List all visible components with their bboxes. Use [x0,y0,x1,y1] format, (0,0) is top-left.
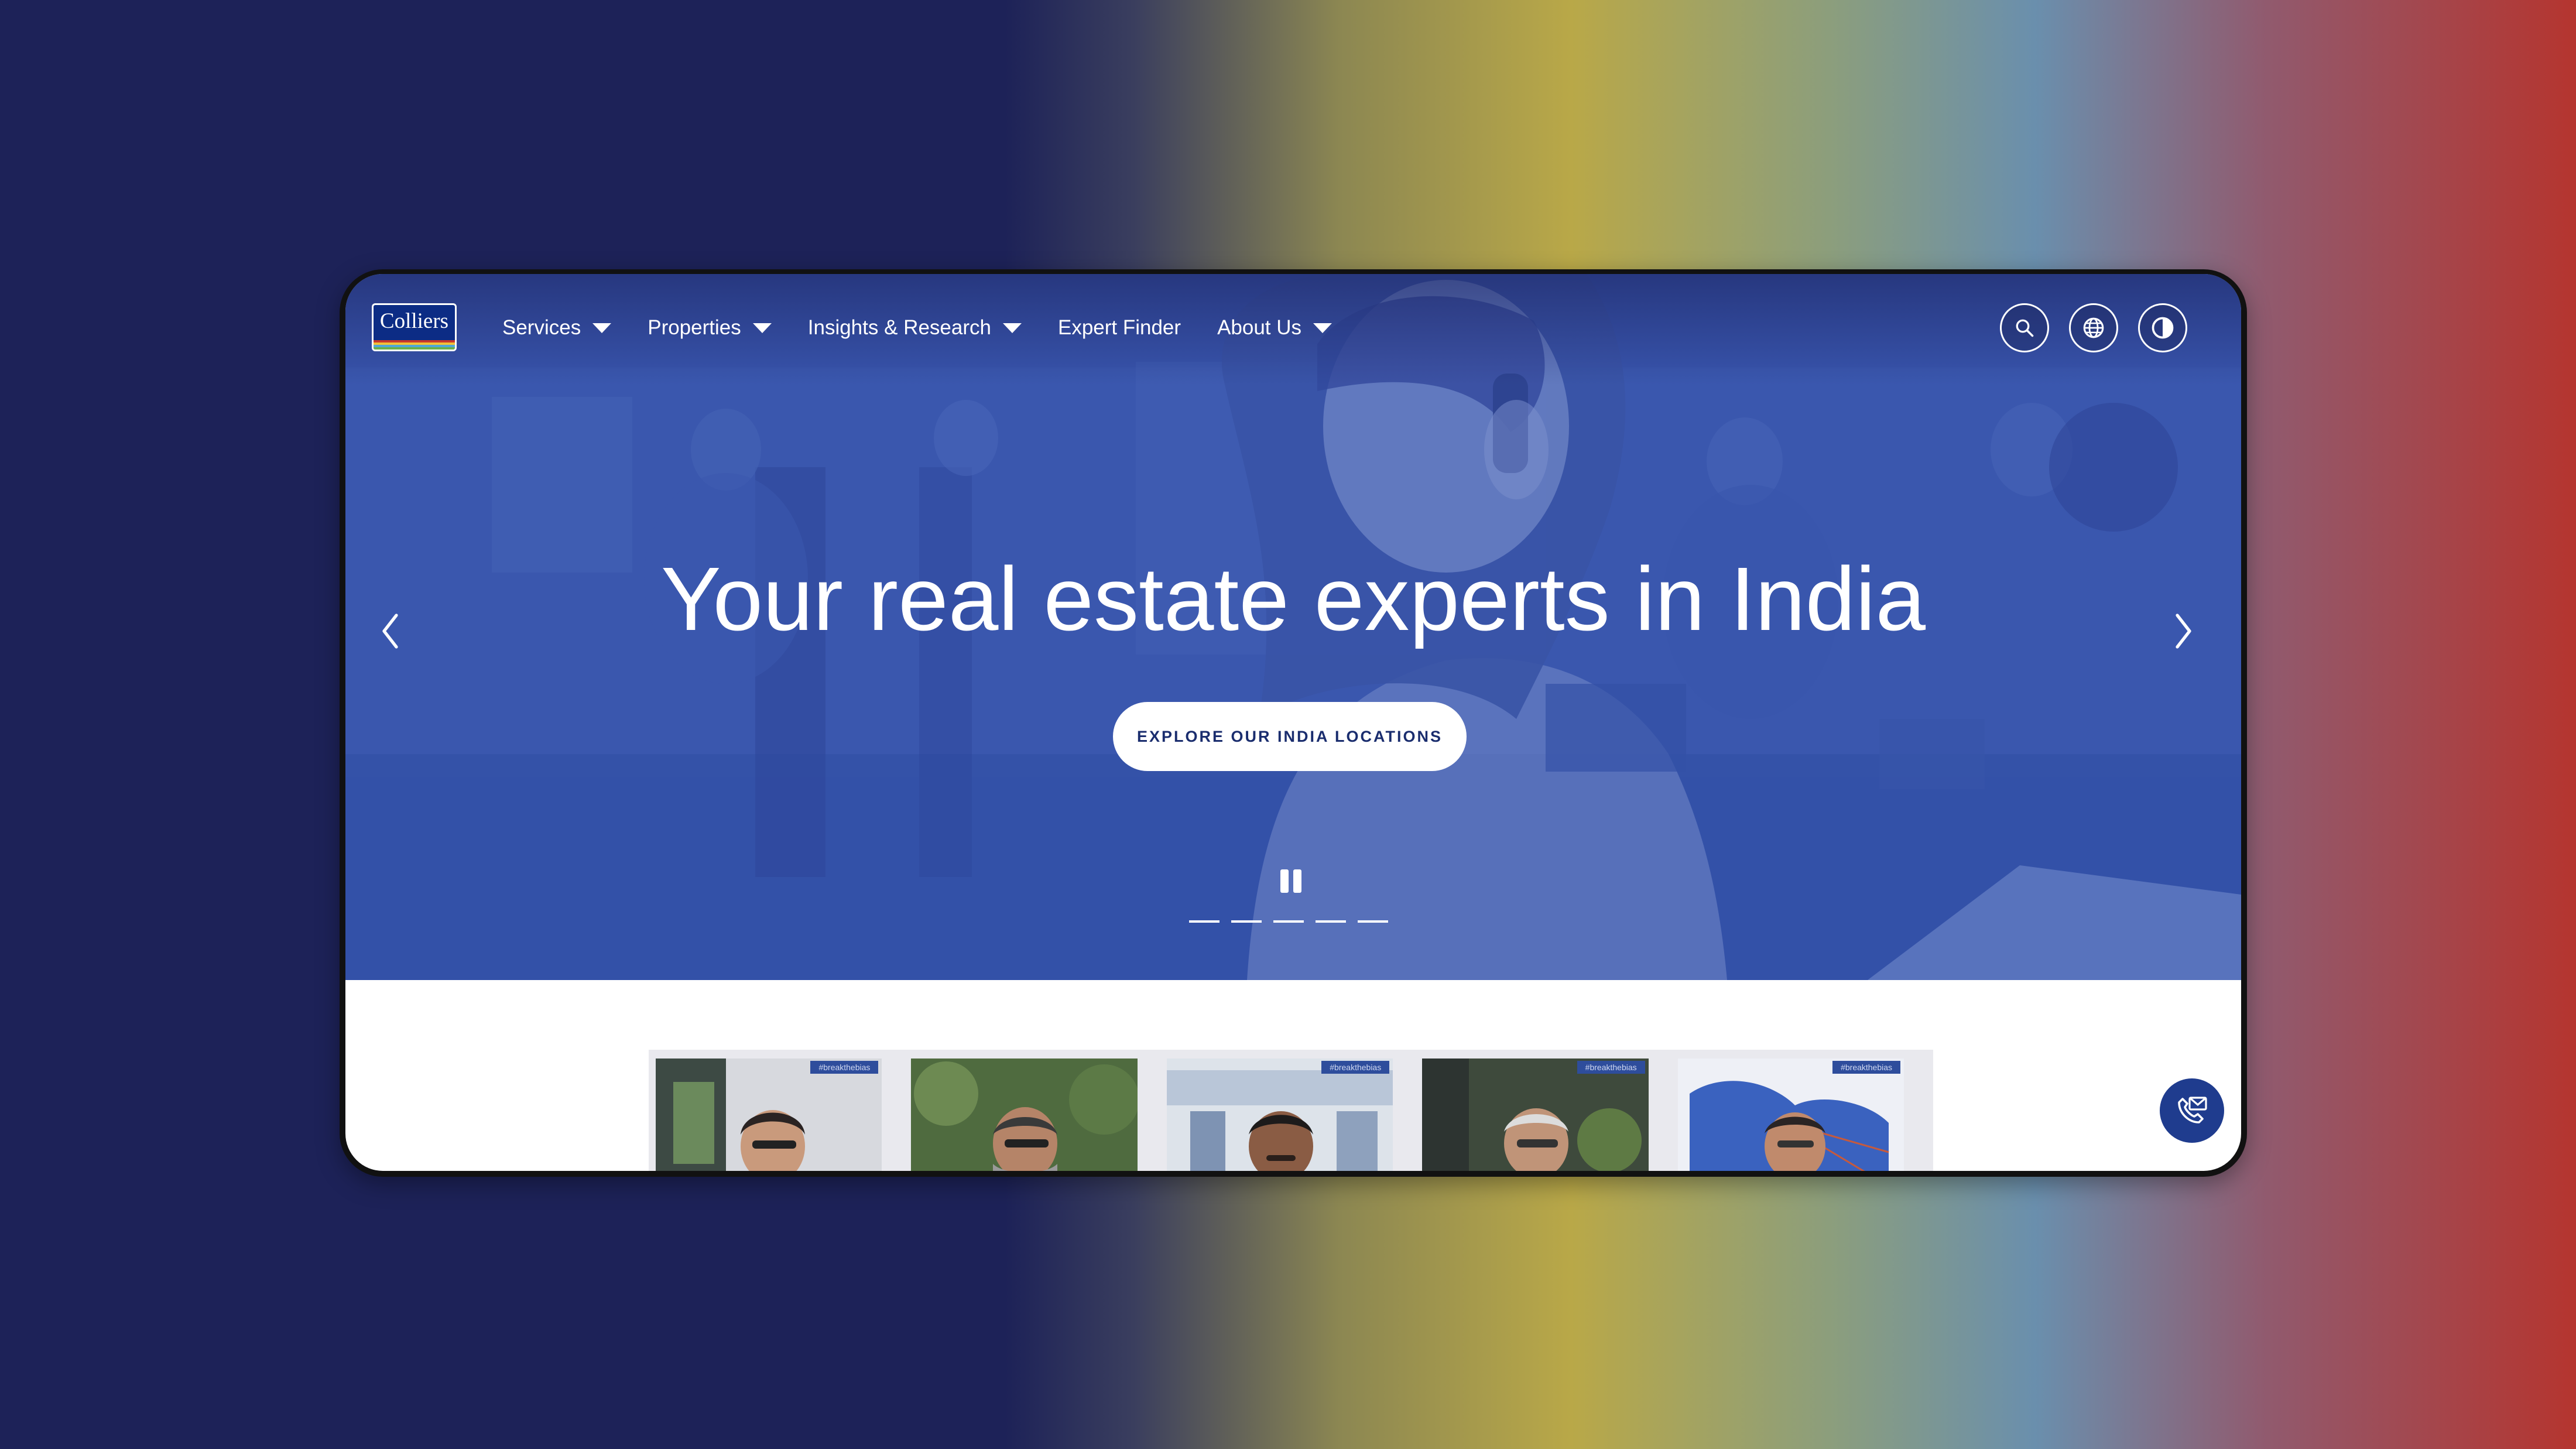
hero-headline: Your real estate experts in India [660,549,1926,649]
contrast-button[interactable] [2138,303,2187,352]
video-thumbnail[interactable]: #breakthebias [656,1059,882,1171]
logo-stripe-green [374,347,455,350]
device-frame: Colliers Services Properties Insights & … [340,269,2247,1177]
video-thumbnail[interactable] [911,1059,1138,1171]
person-photo [1166,1059,1393,1171]
nav-item-insights-research[interactable]: Insights & Research [808,316,1022,340]
person-photo [1677,1059,1904,1171]
carousel-dot-4[interactable] [1316,920,1346,923]
nav-item-label: About Us [1217,316,1302,339]
hero-carousel: Colliers Services Properties Insights & … [345,274,2241,980]
nav-tools [1980,303,2187,352]
nav-item-label: Insights & Research [807,316,991,339]
globe-icon [2083,317,2104,338]
person-photo [656,1059,882,1171]
carousel-dot-5[interactable] [1358,920,1388,923]
thumbnail-tag: #breakthebias [810,1061,879,1074]
main-menu: Services Properties Insights & Research … [502,310,1368,345]
video-thumbnail[interactable]: #breakthebias [1677,1059,1904,1171]
pause-icon-bar [1293,869,1301,893]
explore-india-locations-button[interactable]: EXPLORE OUR INDIA LOCATIONS [1113,702,1467,771]
contrast-icon [2152,317,2174,339]
logo-stripes [374,340,455,350]
person-photo [911,1059,1138,1171]
person-photo [1422,1059,1649,1171]
colliers-logo[interactable]: Colliers [372,303,457,351]
nav-item-services[interactable]: Services [502,316,612,340]
pause-icon [1280,869,1289,893]
nav-item-label: Services [502,316,581,339]
contact-button[interactable] [2158,1077,2226,1145]
thumbnail-tag: #breakthebias [1832,1061,1901,1074]
top-navigation: Colliers Services Properties Insights & … [345,274,2241,385]
video-thumbnail[interactable]: #breakthebias [1166,1059,1393,1171]
nav-item-properties[interactable]: Properties [648,316,772,340]
caret-down-icon [1002,323,1022,333]
breakthebias-strip: #breakthebias #breakthebias #breakthebia… [649,1050,1933,1171]
caret-down-icon [752,323,772,333]
pause-button[interactable] [1280,869,1301,893]
nav-item-expert-finder[interactable]: Expert Finder [1058,316,1181,340]
carousel-indicators [1189,920,1400,923]
caret-down-icon [1313,323,1332,333]
nav-item-label: Expert Finder [1057,316,1181,339]
caret-down-icon [592,323,612,333]
language-button[interactable] [2069,303,2118,352]
carousel-dot-2[interactable] [1231,920,1262,923]
browser-viewport: Colliers Services Properties Insights & … [345,274,2241,1171]
search-icon [2016,319,2034,337]
nav-item-label: Properties [648,316,741,339]
carousel-dot-3[interactable] [1273,920,1304,923]
video-thumbnail[interactable]: #breakthebias [1422,1059,1649,1171]
thumbnail-tag: #breakthebias [1577,1061,1645,1074]
nav-item-about-us[interactable]: About Us [1217,316,1332,340]
phone-mail-icon [2178,1097,2207,1123]
thumbnail-tag: #breakthebias [1321,1061,1390,1074]
carousel-dot-1[interactable] [1189,920,1220,923]
search-button[interactable] [2000,303,2049,352]
logo-wordmark: Colliers [379,309,449,333]
